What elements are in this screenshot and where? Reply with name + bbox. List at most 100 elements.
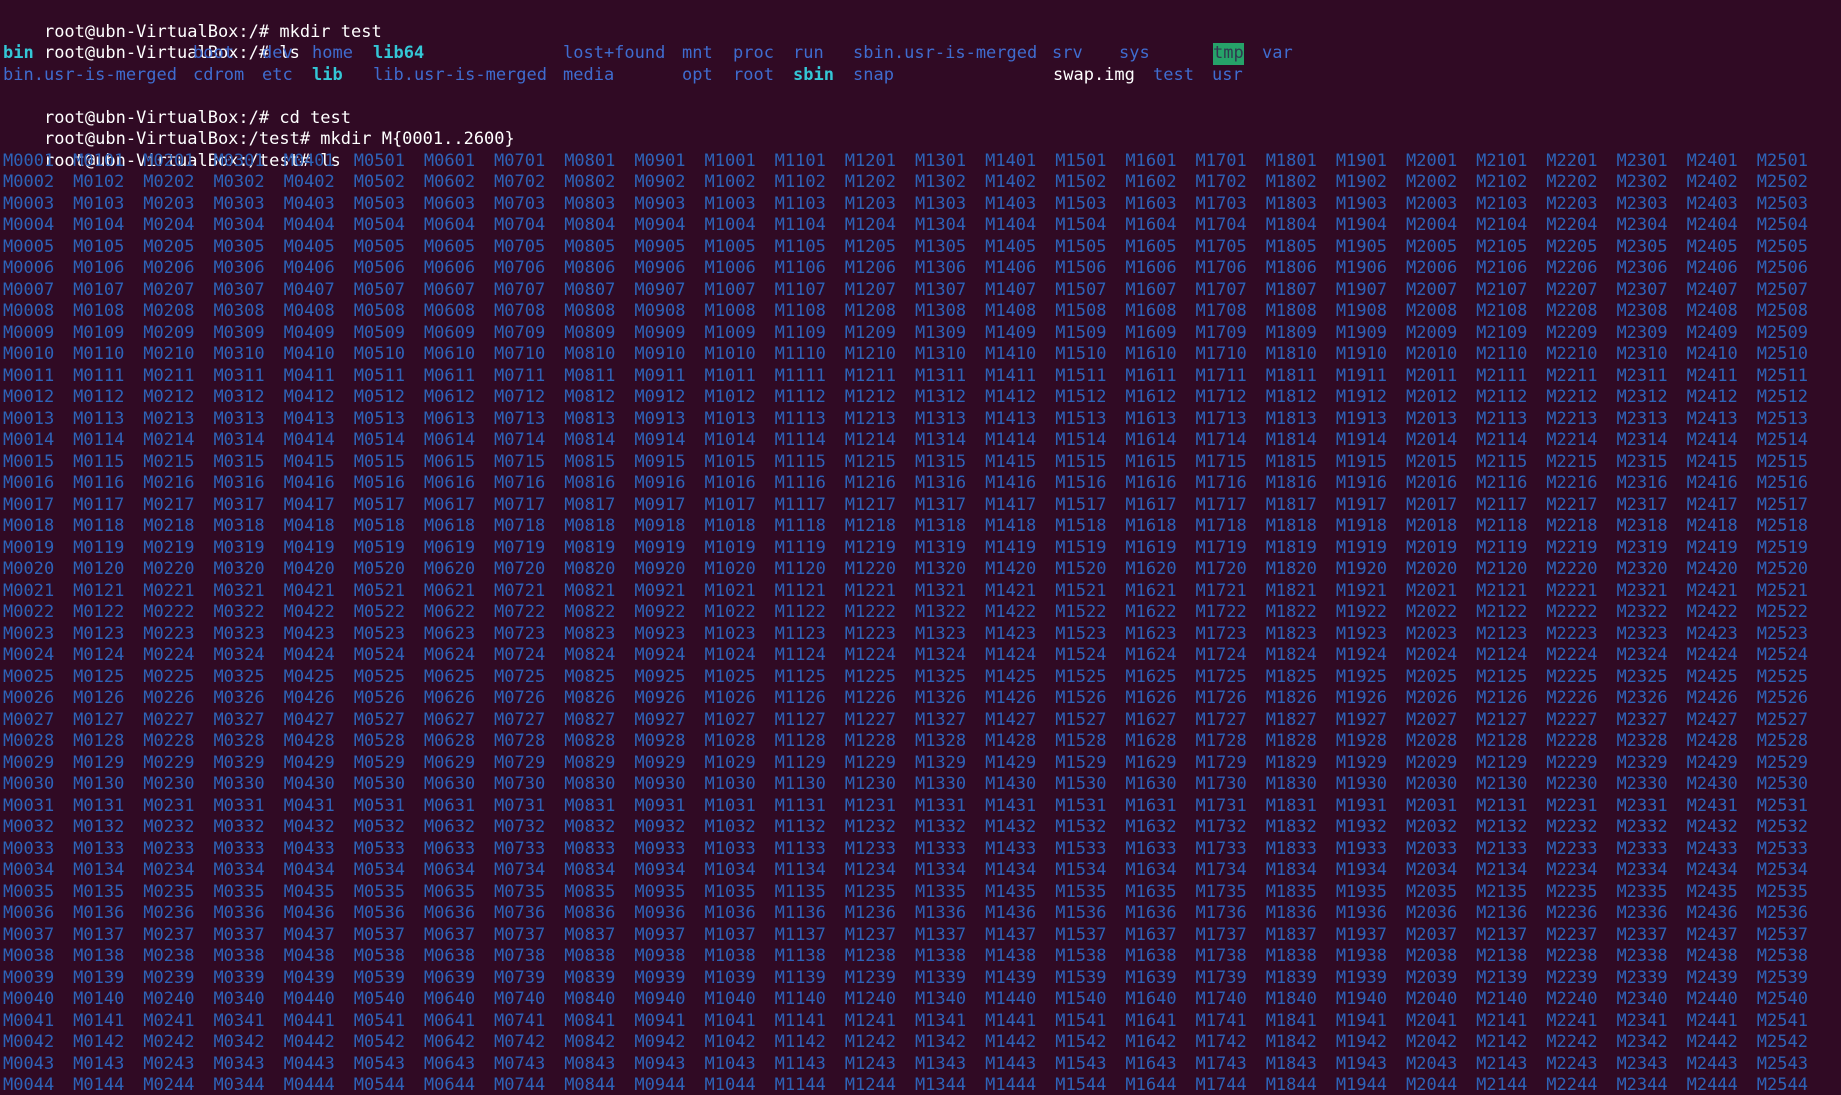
listing-entry-m0312: M0312 — [213, 387, 265, 407]
listing-entry-m1531: M1531 — [1055, 795, 1107, 816]
listing-entry-m1105: M1105 — [774, 236, 826, 257]
listing-entry-m1714: M1714 — [1195, 430, 1247, 450]
listing-entry-m0821: M0821 — [564, 580, 616, 601]
listing-entry-m0907: M0907 — [634, 279, 686, 300]
listing-entry-m0915: M0915 — [634, 451, 686, 472]
listing-entry-m2440: M2440 — [1686, 989, 1738, 1009]
listing-entry-lib64: lib64 — [373, 43, 425, 63]
listing-entry-m1238: M1238 — [844, 946, 896, 966]
listing-entry-m2035: M2035 — [1406, 881, 1458, 902]
terminal-window[interactable]: root@ubn-VirtualBox:/# mkdir test root@u… — [0, 0, 1841, 1095]
listing-entry-m1208: M1208 — [844, 301, 896, 321]
listing-entry-m2444: M2444 — [1686, 1075, 1738, 1095]
listing-entry-m0937: M0937 — [634, 924, 686, 945]
listing-entry-m2532: M2532 — [1756, 817, 1808, 837]
listing-entry-m0929: M0929 — [634, 752, 686, 773]
listing-entry-m1627: M1627 — [1125, 709, 1177, 730]
listing-entry-m0411: M0411 — [283, 365, 335, 386]
listing-entry-m0632: M0632 — [423, 817, 476, 837]
listing-entry-m1333: M1333 — [914, 838, 967, 859]
listing-entry-m1320: M1320 — [914, 559, 967, 579]
listing-entry-m1944: M1944 — [1335, 1075, 1388, 1095]
listing-entry-m1611: M1611 — [1125, 365, 1177, 386]
listing-entry-m2022: M2022 — [1406, 602, 1458, 622]
listing-entry-m0237: M0237 — [143, 924, 195, 945]
listing-entry-m2111: M2111 — [1476, 365, 1528, 386]
listing-entry-m0509: M0509 — [353, 322, 405, 343]
listing-entry-m2341: M2341 — [1616, 1010, 1668, 1031]
listing-entry-m1924: M1924 — [1335, 645, 1388, 665]
listing-entry-m2009: M2009 — [1406, 322, 1458, 343]
listing-entry-m1929: M1929 — [1335, 752, 1388, 773]
listing-entry-m2104: M2104 — [1476, 215, 1528, 235]
listing-entry-m1523: M1523 — [1055, 623, 1107, 644]
listing-entry-m0125: M0125 — [73, 666, 125, 687]
listing-entry-m1102: M1102 — [774, 172, 826, 192]
listing-entry-m2105: M2105 — [1476, 236, 1528, 257]
listing-entry-m2203: M2203 — [1546, 193, 1598, 214]
listing-entry-m1626: M1626 — [1125, 688, 1177, 708]
listing-entry-m1219: M1219 — [844, 537, 896, 558]
listing-entry-m1503: M1503 — [1055, 193, 1107, 214]
listing-entry-m0017: M0017 — [3, 494, 55, 515]
listing-entry-m0724: M0724 — [494, 645, 546, 665]
listing-entry-m1917: M1917 — [1335, 494, 1388, 515]
listing-entry-m1704: M1704 — [1195, 215, 1247, 235]
listing-entry-m0119: M0119 — [73, 537, 125, 558]
listing-entry-m1610: M1610 — [1125, 344, 1177, 364]
listing-entry-m2214: M2214 — [1546, 430, 1598, 450]
listing-entry-m1310: M1310 — [914, 344, 967, 364]
listing-entry-m1114: M1114 — [774, 430, 826, 450]
listing-entry-m0710: M0710 — [494, 344, 546, 364]
listing-entry-m1641: M1641 — [1125, 1010, 1177, 1031]
listing-entry-m0122: M0122 — [73, 602, 125, 622]
listing-entry-m2027: M2027 — [1406, 709, 1458, 730]
listing-entry-m0722: M0722 — [494, 602, 546, 622]
listing-entry-m1107: M1107 — [774, 279, 826, 300]
listing-entry-m2403: M2403 — [1686, 193, 1738, 214]
listing-entry-m1216: M1216 — [844, 473, 896, 493]
listing-entry-m2525: M2525 — [1756, 666, 1808, 687]
listing-entry-m0518: M0518 — [353, 516, 405, 536]
listing-entry-m1542: M1542 — [1055, 1032, 1107, 1052]
listing-entry-m1014: M1014 — [704, 430, 756, 450]
listing-entry-m0718: M0718 — [494, 516, 546, 536]
listing-entry-m1134: M1134 — [774, 860, 826, 880]
listing-entry-m2411: M2411 — [1686, 365, 1738, 386]
listing-entry-m1040: M1040 — [704, 989, 756, 1009]
listing-entry-m2504: M2504 — [1756, 215, 1808, 235]
listing-entry-m0528: M0528 — [353, 731, 405, 751]
listing-entry-m0007: M0007 — [3, 279, 55, 300]
listing-entry-m1828: M1828 — [1265, 731, 1317, 751]
listing-entry-m0042: M0042 — [3, 1032, 55, 1052]
listing-entry-m0630: M0630 — [423, 774, 476, 794]
listing-entry-m2302: M2302 — [1616, 172, 1668, 192]
listing-entry-m2422: M2422 — [1686, 602, 1738, 622]
listing-entry-m0513: M0513 — [353, 408, 405, 429]
listing-entry-m1635: M1635 — [1125, 881, 1177, 902]
listing-entry-m1221: M1221 — [844, 580, 896, 601]
listing-entry-m2135: M2135 — [1476, 881, 1528, 902]
listing-entry-m0916: M0916 — [634, 473, 686, 493]
listing-entry-m2224: M2224 — [1546, 645, 1598, 665]
listing-entry-m2321: M2321 — [1616, 580, 1668, 601]
listing-entry-m2039: M2039 — [1406, 967, 1458, 988]
listing-entry-m2107: M2107 — [1476, 279, 1528, 300]
listing-entry-m2435: M2435 — [1686, 881, 1738, 902]
listing-entry-m1411: M1411 — [985, 365, 1037, 386]
listing-entry-m1311: M1311 — [914, 365, 967, 386]
listing-entry-m2330: M2330 — [1616, 774, 1668, 794]
listing-entry-m1526: M1526 — [1055, 688, 1107, 708]
listing-entry-m1236: M1236 — [844, 903, 896, 923]
listing-entry-m2322: M2322 — [1616, 602, 1668, 622]
listing-entry-m0437: M0437 — [283, 924, 335, 945]
listing-entry-m0729: M0729 — [494, 752, 546, 773]
listing-entry-m0231: M0231 — [143, 795, 195, 816]
listing-entry-m2204: M2204 — [1546, 215, 1598, 235]
listing-entry-m2531: M2531 — [1756, 795, 1808, 816]
listing-entry-m1644: M1644 — [1125, 1075, 1177, 1095]
listing-entry-m0822: M0822 — [564, 602, 616, 622]
listing-entry-m1434: M1434 — [985, 860, 1037, 880]
listing-entry-m1302: M1302 — [914, 172, 967, 192]
listing-entry-m0036: M0036 — [3, 903, 55, 923]
